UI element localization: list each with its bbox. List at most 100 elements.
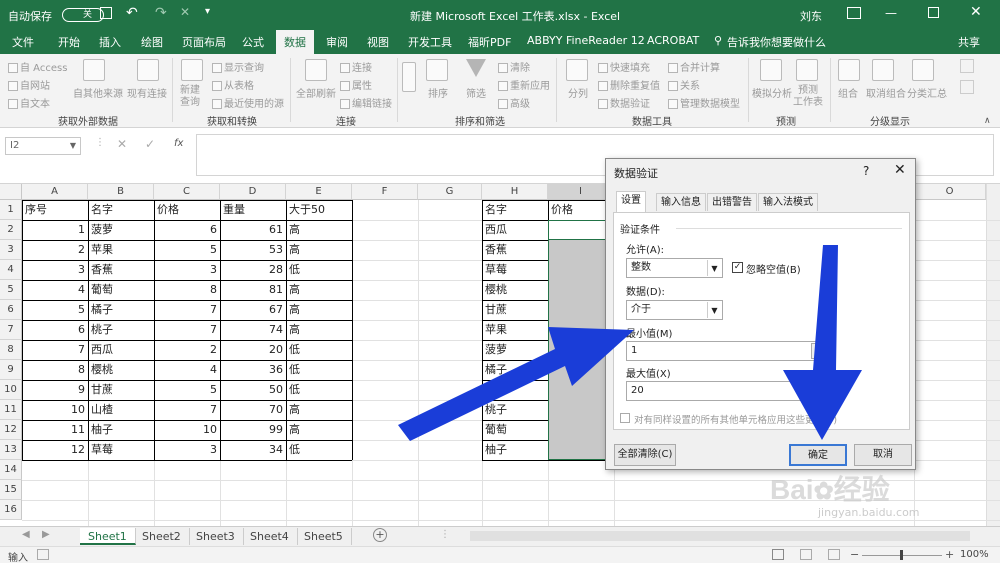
close-icon[interactable]: ✕ [970, 4, 982, 20]
table-cell[interactable]: 2 [22, 240, 88, 260]
group-button[interactable]: 组合 [838, 85, 858, 100]
row-header[interactable]: 9 [0, 360, 22, 380]
tab-home[interactable]: 开始 [58, 34, 80, 50]
ok-button[interactable]: 确定 [789, 444, 847, 466]
flash-fill-button[interactable]: 快速填充 [598, 59, 650, 74]
tab-file[interactable]: 文件 [12, 34, 34, 50]
col-header-d[interactable]: D [220, 184, 286, 200]
row-header[interactable]: 5 [0, 280, 22, 300]
table-cell[interactable]: 70 [220, 400, 286, 420]
table-cell[interactable]: 西瓜 [482, 220, 548, 240]
row-header[interactable]: 15 [0, 480, 22, 500]
table-cell[interactable]: 20 [220, 340, 286, 360]
zoom-slider-handle[interactable] [900, 550, 903, 560]
new-query-button[interactable]: 新建 查询 [180, 85, 200, 109]
help-button[interactable]: ? [863, 164, 869, 178]
table-cell[interactable]: 6 [154, 220, 220, 240]
table-cell[interactable]: 山楂 [88, 400, 154, 420]
table-cell[interactable]: 高 [286, 220, 352, 240]
table-cell[interactable]: 5 [22, 300, 88, 320]
add-sheet-icon[interactable]: + [373, 528, 387, 542]
table-cell[interactable]: 10 [154, 420, 220, 440]
from-table-button[interactable]: 从表格 [212, 77, 254, 92]
col-header-b[interactable]: B [88, 184, 154, 200]
header-cell[interactable]: 大于50 [286, 200, 352, 220]
tab-split-icon[interactable]: ⋮ [440, 529, 450, 540]
col-header-e[interactable]: E [286, 184, 352, 200]
table-cell[interactable]: 74 [220, 320, 286, 340]
from-web-button[interactable]: 自网站 [8, 77, 50, 92]
table-cell[interactable]: 99 [220, 420, 286, 440]
table-cell[interactable]: 苹果 [482, 320, 548, 340]
macro-record-icon[interactable] [37, 549, 49, 560]
table-cell[interactable]: 6 [22, 320, 88, 340]
table-cell[interactable]: 高 [286, 300, 352, 320]
text-to-columns-button[interactable]: 分列 [568, 85, 588, 100]
table-cell[interactable]: 5 [154, 240, 220, 260]
hide-detail-icon[interactable] [960, 80, 974, 94]
zoom-out-icon[interactable]: − [850, 548, 859, 561]
row-header[interactable]: 8 [0, 340, 22, 360]
table-cell[interactable]: 81 [220, 280, 286, 300]
consolidate-button[interactable]: 合并计算 [668, 59, 720, 74]
header-cell[interactable]: 序号 [22, 200, 88, 220]
table-cell[interactable]: 橘子 [88, 300, 154, 320]
show-queries-button[interactable]: 显示查询 [212, 59, 264, 74]
ignore-blank-checkbox[interactable]: ✓ [732, 262, 743, 273]
sort-az-icon[interactable] [402, 62, 416, 92]
table-cell[interactable]: 28 [220, 260, 286, 280]
row-header[interactable]: 12 [0, 420, 22, 440]
cancel-entry-icon[interactable]: ✕ [117, 137, 127, 151]
table-cell[interactable]: 2 [154, 340, 220, 360]
reapply-button[interactable]: 重新应用 [498, 77, 550, 92]
table-cell[interactable]: 香蕉 [482, 240, 548, 260]
minimum-input[interactable]: 1 [626, 341, 828, 361]
tab-page-layout[interactable]: 页面布局 [182, 34, 226, 50]
table-cell[interactable]: 4 [154, 360, 220, 380]
table-cell[interactable]: 9 [22, 380, 88, 400]
tab-error-alert[interactable]: 出错警告 [707, 193, 757, 211]
table-cell[interactable]: 菠萝 [88, 220, 154, 240]
refresh-all-button[interactable]: 全部刷新 [296, 85, 336, 100]
subtotal-button[interactable]: 分类汇总 [907, 85, 947, 100]
table-cell[interactable]: 草莓 [482, 260, 548, 280]
row-header[interactable]: 13 [0, 440, 22, 460]
tab-insert[interactable]: 插入 [99, 34, 121, 50]
header-cell[interactable]: 名字 [482, 200, 548, 220]
data-validation-button[interactable]: 数据验证 [598, 95, 650, 110]
advanced-button[interactable]: 高级 [498, 95, 530, 110]
zoom-in-icon[interactable]: + [945, 548, 954, 561]
tab-foxit-pdf[interactable]: 福昕PDF [468, 34, 511, 50]
manage-data-model-button[interactable]: 管理数据模型 [668, 95, 740, 110]
header-cell[interactable]: 重量 [220, 200, 286, 220]
row-header[interactable]: 7 [0, 320, 22, 340]
forecast-sheet-button[interactable]: 预测 工作表 [793, 85, 823, 109]
table-cell[interactable]: 草莓 [88, 440, 154, 460]
dialog-close-icon[interactable]: ✕ [894, 162, 906, 178]
other-sources-button[interactable]: 自其他来源 [73, 85, 123, 100]
table-cell[interactable]: 菠萝 [482, 340, 548, 360]
undo-icon[interactable]: ↶ [126, 5, 138, 21]
sheet-tab-3[interactable]: Sheet3 [188, 528, 244, 545]
properties-button[interactable]: 属性 [340, 77, 372, 92]
table-cell[interactable]: 西瓜 [88, 340, 154, 360]
collapse-dialog-icon[interactable] [811, 383, 825, 399]
filter-button[interactable]: 筛选 [466, 85, 486, 100]
tab-ime-mode[interactable]: 输入法模式 [758, 193, 818, 211]
sheet-tab-1[interactable]: Sheet1 [80, 528, 136, 545]
table-cell[interactable]: 低 [286, 360, 352, 380]
user-name[interactable]: 刘东 [800, 8, 822, 24]
table-cell[interactable]: 10 [22, 400, 88, 420]
row-header[interactable]: 16 [0, 500, 22, 520]
tab-data[interactable]: 数据 [276, 30, 314, 54]
normal-view-icon[interactable] [772, 549, 784, 560]
row-header[interactable]: 6 [0, 300, 22, 320]
col-header-h[interactable]: H [482, 184, 548, 200]
row-header[interactable]: 4 [0, 260, 22, 280]
connections-button[interactable]: 连接 [340, 59, 372, 74]
table-cell[interactable]: 低 [286, 440, 352, 460]
tab-formulas[interactable]: 公式 [242, 34, 264, 50]
header-cell[interactable]: 名字 [88, 200, 154, 220]
table-cell[interactable]: 53 [220, 240, 286, 260]
table-cell[interactable]: 3 [154, 440, 220, 460]
